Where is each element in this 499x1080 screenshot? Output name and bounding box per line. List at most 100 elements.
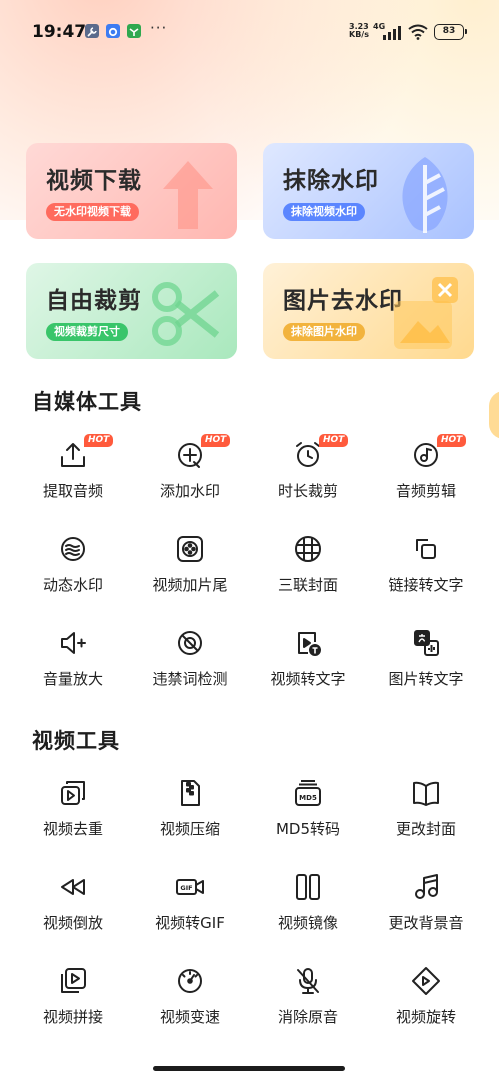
video-download-card[interactable]: 视频下载 无水印视频下载 <box>26 143 237 239</box>
mic-off-icon <box>297 968 319 994</box>
image-to-text-icon <box>414 630 439 656</box>
tool-label: 视频旋转 <box>395 1008 456 1026</box>
tool-label: 更改封面 <box>395 820 456 838</box>
tool-remove-original-audio[interactable]: 消除原音 <box>249 966 367 1046</box>
tool-add-watermark[interactable]: HOT 添加水印 <box>131 434 249 520</box>
grid-icon <box>295 536 321 562</box>
hot-badge: HOT <box>84 434 114 447</box>
hot-badge: HOT <box>319 434 349 447</box>
speed-gauge-icon <box>178 969 202 993</box>
svg-text:GIF: GIF <box>180 884 192 892</box>
tool-change-cover[interactable]: 更改封面 <box>367 778 485 858</box>
tool-image-to-text[interactable]: 图片转文字 <box>367 628 485 708</box>
status-bar: 19:47 ··· 3.23 KB/s 4G 83 <box>0 0 499 64</box>
tool-volume-boost[interactable]: 音量放大 <box>14 628 132 708</box>
image-erase-icon <box>394 277 458 349</box>
tool-label: 添加水印 <box>159 482 220 500</box>
tool-label: 动态水印 <box>42 576 103 594</box>
card-subtitle: 抹除视频水印 <box>283 203 365 221</box>
tool-video-ending[interactable]: 视频加片尾 <box>131 534 249 614</box>
tool-video-to-text[interactable]: 视频转文字 <box>249 628 367 708</box>
remove-watermark-card[interactable]: 抹除水印 抹除视频水印 <box>263 143 474 239</box>
tool-duration-crop[interactable]: HOT 时长裁剪 <box>249 434 367 520</box>
tool-video-compress[interactable]: 视频压缩 <box>131 778 249 858</box>
tool-label: 视频去重 <box>42 820 103 838</box>
tools-notification-icon <box>85 24 99 38</box>
tool-label: 违禁词检测 <box>152 670 228 688</box>
stack-play-icon <box>61 968 86 993</box>
film-reel-icon <box>177 536 203 562</box>
wifi-icon <box>408 24 428 40</box>
wave-icon <box>61 537 85 561</box>
hot-badge: HOT <box>437 434 467 447</box>
tool-video-to-gif[interactable]: GIF 视频转GIF <box>131 872 249 952</box>
section-title-video-tools: 视频工具 <box>32 729 120 753</box>
tool-label: 三联封面 <box>277 576 338 594</box>
rotate-diamond-icon <box>412 967 440 995</box>
hot-badge: HOT <box>201 434 231 447</box>
tool-label: 视频压缩 <box>159 820 220 838</box>
network-speed-unit: KB/s <box>349 30 369 39</box>
volume-plus-icon <box>61 632 86 654</box>
network-speed: 3.23 KB/s <box>349 23 369 39</box>
tool-label: 视频转GIF <box>155 914 225 932</box>
link-copy-icon <box>416 539 436 559</box>
battery-indicator: 83 <box>434 24 467 40</box>
card-title: 图片去水印 <box>283 288 403 314</box>
svg-text:MD5: MD5 <box>299 794 317 802</box>
more-notifications-icon: ··· <box>150 19 168 37</box>
tool-label: 更改背景音 <box>388 914 464 932</box>
tool-label: 图片转文字 <box>388 670 464 688</box>
card-subtitle: 视频裁剪尺寸 <box>46 323 128 341</box>
status-time: 19:47 <box>32 22 87 42</box>
book-icon <box>413 781 439 806</box>
tool-md5-transcode[interactable]: MD5 MD5转码 <box>249 778 367 858</box>
card-subtitle: 无水印视频下载 <box>46 203 139 221</box>
tool-label: 音量放大 <box>42 670 103 688</box>
tool-label: 提取音频 <box>42 482 103 500</box>
section-title-media-tools: 自媒体工具 <box>32 390 142 414</box>
tool-label: 音频剪辑 <box>395 482 456 500</box>
tool-video-merge[interactable]: 视频拼接 <box>14 966 132 1046</box>
tool-label: 时长裁剪 <box>277 482 338 500</box>
md5-icon: MD5 <box>295 780 321 806</box>
tool-triple-cover[interactable]: 三联封面 <box>249 534 367 614</box>
tool-dynamic-watermark[interactable]: 动态水印 <box>14 534 132 614</box>
browser-notification-icon <box>106 24 120 38</box>
video-to-text-icon <box>298 632 321 656</box>
signal-icon <box>383 26 401 40</box>
tool-audio-edit[interactable]: HOT 音频剪辑 <box>367 434 485 520</box>
tool-banned-words[interactable]: 违禁词检测 <box>131 628 249 708</box>
tool-label: 视频转文字 <box>270 670 346 688</box>
tool-label: 消除原音 <box>277 1008 338 1026</box>
tool-video-rotate[interactable]: 视频旋转 <box>367 966 485 1046</box>
tool-video-reverse[interactable]: 视频倒放 <box>14 872 132 952</box>
tool-label: 视频加片尾 <box>152 576 228 594</box>
image-watermark-card[interactable]: 图片去水印 抹除图片水印 <box>263 263 474 359</box>
tool-change-bgm[interactable]: 更改背景音 <box>367 872 485 952</box>
tool-video-dedupe[interactable]: 视频去重 <box>14 778 132 858</box>
tool-link-to-text[interactable]: 链接转文字 <box>367 534 485 614</box>
floating-side-tab[interactable] <box>489 391 499 439</box>
free-crop-card[interactable]: 自由裁剪 视频裁剪尺寸 <box>26 263 237 359</box>
card-title: 自由裁剪 <box>46 288 142 314</box>
tool-video-mirror[interactable]: 视频镜像 <box>249 872 367 952</box>
tool-label: 视频变速 <box>159 1008 220 1026</box>
card-subtitle: 抹除图片水印 <box>283 323 365 341</box>
tool-video-speed[interactable]: 视频变速 <box>131 966 249 1046</box>
card-title: 抹除水印 <box>283 168 379 194</box>
arrow-up-icon <box>163 161 213 229</box>
tool-label: MD5转码 <box>275 820 341 838</box>
tool-extract-audio[interactable]: HOT 提取音频 <box>14 434 132 520</box>
mirror-icon <box>296 874 320 900</box>
tool-label: 视频镜像 <box>277 914 338 932</box>
forbidden-icon <box>178 631 202 655</box>
card-title: 视频下载 <box>46 168 142 194</box>
gif-icon: GIF <box>176 879 204 895</box>
music-note-icon <box>415 874 438 899</box>
zip-file-icon <box>181 780 200 806</box>
home-indicator[interactable] <box>153 1066 345 1071</box>
dedupe-icon <box>61 781 85 805</box>
scissors-icon <box>152 282 220 346</box>
tool-label: 视频倒放 <box>42 914 103 932</box>
